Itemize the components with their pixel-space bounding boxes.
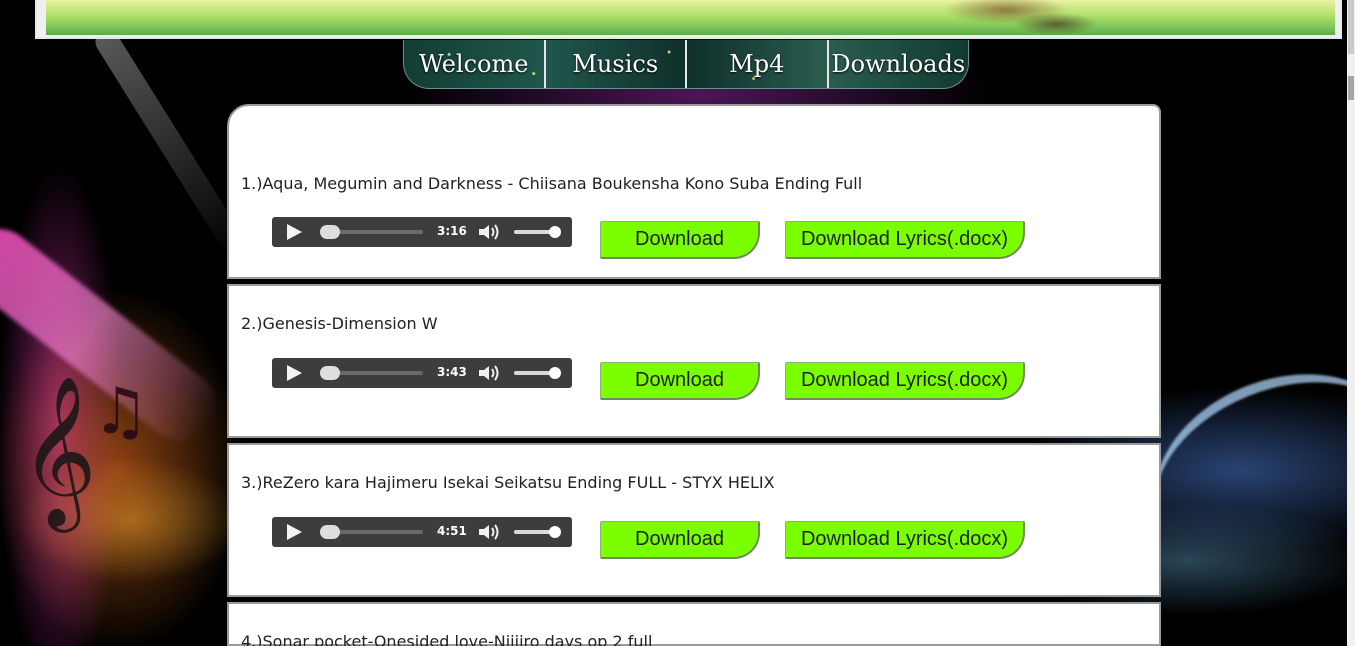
main-nav: Welcome Musics Mp4 Downloads	[403, 40, 969, 89]
nav-item-mp4[interactable]: Mp4	[687, 40, 829, 88]
volume-thumb[interactable]	[549, 526, 561, 538]
seek-bar[interactable]	[320, 225, 423, 239]
seek-thumb[interactable]	[320, 225, 340, 239]
header-banner	[35, 0, 1342, 39]
play-icon[interactable]	[287, 365, 302, 381]
download-button[interactable]: Download	[600, 362, 760, 400]
download-lyrics-button[interactable]: Download Lyrics(.docx)	[785, 221, 1025, 259]
seek-bar[interactable]	[320, 525, 423, 539]
volume-thumb[interactable]	[549, 367, 561, 379]
nav-item-downloads[interactable]: Downloads	[829, 40, 969, 88]
duration-label: 3:43	[437, 365, 467, 379]
duration-label: 4:51	[437, 524, 467, 538]
nav-item-welcome[interactable]: Welcome	[404, 40, 546, 88]
song-card: 2.)Genesis-Dimension W 3:43 Download Dow…	[227, 284, 1161, 438]
scrollbar-handle[interactable]	[1348, 76, 1354, 100]
background-light-streak	[90, 25, 250, 259]
music-clef-icon: 𝄞	[20, 374, 97, 526]
volume-thumb[interactable]	[549, 226, 561, 238]
song-card: 1.)Aqua, Megumin and Darkness - Chiisana…	[227, 104, 1161, 279]
audio-player[interactable]: 3:16	[272, 217, 572, 247]
song-title: 2.)Genesis-Dimension W	[241, 314, 438, 333]
banner-image	[46, 0, 1335, 35]
volume-icon[interactable]	[477, 223, 501, 241]
volume-icon[interactable]	[477, 364, 501, 382]
download-lyrics-button[interactable]: Download Lyrics(.docx)	[785, 521, 1025, 559]
download-lyrics-button[interactable]: Download Lyrics(.docx)	[785, 362, 1025, 400]
volume-icon[interactable]	[477, 523, 501, 541]
volume-slider[interactable]	[514, 226, 561, 238]
volume-slider[interactable]	[514, 367, 561, 379]
page-scrollbar[interactable]	[1347, 0, 1355, 646]
audio-player[interactable]: 4:51	[272, 517, 572, 547]
song-title: 1.)Aqua, Megumin and Darkness - Chiisana…	[241, 174, 863, 193]
play-icon[interactable]	[287, 224, 302, 240]
song-title: 3.)ReZero kara Hajimeru Isekai Seikatsu …	[241, 473, 775, 492]
audio-player[interactable]: 3:43	[272, 358, 572, 388]
volume-slider[interactable]	[514, 526, 561, 538]
song-title: 4.)Sonar pocket-Onesided love-Nijiiro da…	[241, 632, 653, 646]
nav-item-musics[interactable]: Musics	[546, 40, 687, 88]
play-icon[interactable]	[287, 524, 302, 540]
scrollbar-thumb[interactable]	[1348, 0, 1354, 54]
song-card: 4.)Sonar pocket-Onesided love-Nijiiro da…	[227, 602, 1161, 646]
music-notes-icon: ♫	[92, 375, 150, 449]
download-button[interactable]: Download	[600, 521, 760, 559]
seek-thumb[interactable]	[320, 525, 340, 539]
song-card: 3.)ReZero kara Hajimeru Isekai Seikatsu …	[227, 443, 1161, 597]
download-button[interactable]: Download	[600, 221, 760, 259]
seek-bar[interactable]	[320, 366, 423, 380]
duration-label: 3:16	[437, 224, 467, 238]
seek-thumb[interactable]	[320, 366, 340, 380]
